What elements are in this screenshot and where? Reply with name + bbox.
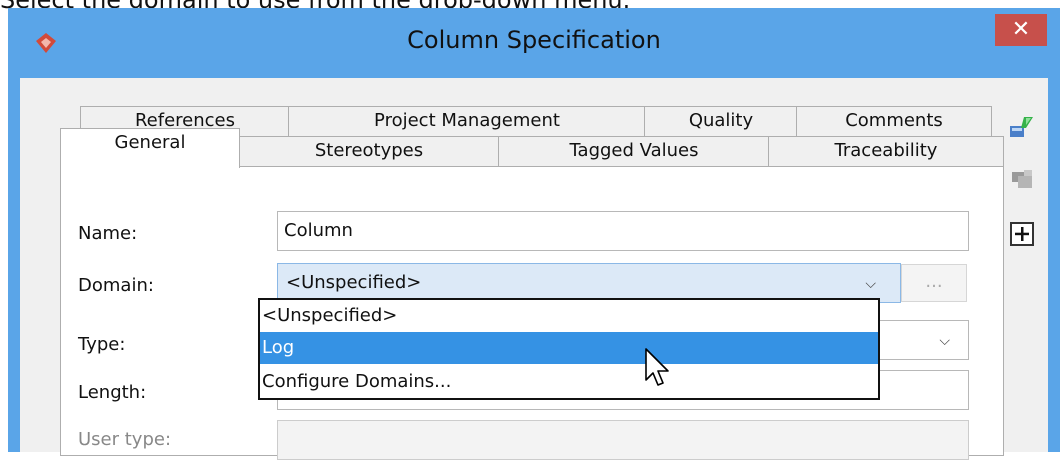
chevron-down-icon: ⌵ <box>939 333 950 349</box>
close-button[interactable]: ✕ <box>995 14 1047 46</box>
tab-comments[interactable]: Comments <box>796 106 992 136</box>
name-label: Name: <box>78 223 138 244</box>
domain-label: Domain: <box>78 275 154 296</box>
user-type-field <box>277 420 969 460</box>
tab-general[interactable]: General <box>60 128 240 168</box>
domain-option-unspecified[interactable]: <Unspecified> <box>260 300 878 332</box>
domain-dropdown-list: <Unspecified> Log Configure Domains... <box>258 298 880 400</box>
add-icon[interactable] <box>1010 222 1034 246</box>
title-bar[interactable]: Column Specification ✕ <box>8 8 1060 78</box>
tab-stereotypes[interactable]: Stereotypes <box>238 136 500 168</box>
window-title: Column Specification <box>407 26 661 54</box>
domain-option-log[interactable]: Log <box>260 332 878 364</box>
tab-tagged-values[interactable]: Tagged Values <box>498 136 770 168</box>
type-label: Type: <box>78 334 126 355</box>
length-label: Length: <box>78 382 147 403</box>
tab-traceability[interactable]: Traceability <box>768 136 1004 168</box>
domain-select-value: <Unspecified> <box>286 272 422 293</box>
domain-select[interactable]: <Unspecified> ⌵ <box>277 263 901 303</box>
user-type-label: User type: <box>78 429 172 450</box>
domain-option-configure-domains[interactable]: Configure Domains... <box>260 366 878 398</box>
mouse-cursor-icon <box>645 348 669 386</box>
domain-more-button[interactable]: ... <box>901 264 967 302</box>
tab-project-management[interactable]: Project Management <box>288 106 646 136</box>
new-stereotype-icon[interactable] <box>1008 114 1034 140</box>
name-field[interactable]: Column <box>277 211 969 251</box>
tab-quality[interactable]: Quality <box>644 106 798 136</box>
remove-stereotype-icon <box>1012 170 1032 188</box>
